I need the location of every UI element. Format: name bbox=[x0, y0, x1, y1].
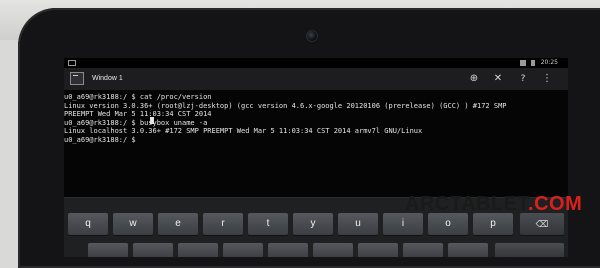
key-r[interactable]: r bbox=[203, 213, 243, 235]
window-title: Window 1 bbox=[92, 75, 123, 82]
key-o[interactable]: o bbox=[428, 213, 468, 235]
watermark-domain: .COM bbox=[528, 193, 583, 215]
terminal-line: u0_a69@rk3188:/ $ cat /proc/version bbox=[64, 93, 212, 101]
key-e[interactable]: e bbox=[158, 213, 198, 235]
close-icon[interactable]: ✕ bbox=[489, 71, 507, 87]
overflow-menu-icon[interactable]: ⋮ bbox=[538, 71, 556, 87]
help-button[interactable]: ? bbox=[514, 71, 532, 87]
key-i[interactable]: i bbox=[383, 213, 423, 235]
status-bar: 20:25 bbox=[64, 58, 568, 68]
key-u[interactable]: u bbox=[338, 213, 378, 235]
action-bar: Window 1 ⊕ ✕ ? ⋮ bbox=[64, 68, 568, 90]
signal-icon bbox=[520, 60, 526, 66]
key-q[interactable]: q bbox=[68, 213, 108, 235]
terminal-line: Linux version 3.0.36+ (root@lzj-desktop)… bbox=[64, 101, 507, 110]
plus-circle-icon[interactable]: ⊕ bbox=[465, 71, 483, 87]
keyboard-key[interactable] bbox=[88, 243, 128, 257]
keyboard-key[interactable] bbox=[358, 243, 398, 257]
key-p[interactable]: p bbox=[473, 213, 513, 235]
keyboard-key[interactable] bbox=[268, 243, 308, 257]
backspace-icon[interactable]: ⌫ bbox=[520, 213, 564, 235]
watermark: ARCTABLET.COM bbox=[405, 192, 582, 216]
keyboard-key[interactable] bbox=[448, 243, 488, 257]
keyboard-key[interactable] bbox=[403, 243, 443, 257]
key-w[interactable]: w bbox=[113, 213, 153, 235]
watermark-brand: ARCTABLET bbox=[405, 193, 529, 215]
terminal-prompt: u0_a69@rk3188:/ $ bbox=[64, 135, 136, 144]
front-camera bbox=[306, 30, 318, 42]
keyboard-key[interactable] bbox=[178, 243, 218, 257]
key-t[interactable]: t bbox=[248, 213, 288, 235]
enter-key[interactable] bbox=[495, 243, 564, 257]
text-cursor bbox=[150, 117, 154, 124]
notification-icon bbox=[68, 60, 76, 66]
terminal-app-icon[interactable] bbox=[70, 72, 84, 85]
keyboard-key[interactable] bbox=[133, 243, 173, 257]
status-time: 20:25 bbox=[540, 59, 558, 66]
key-y[interactable]: y bbox=[293, 213, 333, 235]
terminal-output[interactable]: u0_a69@rk3188:/ $ cat /proc/version Linu… bbox=[64, 93, 568, 144]
battery-icon bbox=[531, 60, 535, 66]
terminal-line: Linux localhost 3.0.36+ #172 SMP PREEMPT… bbox=[64, 127, 423, 135]
tablet-screen: 20:25 Window 1 ⊕ ✕ ? ⋮ u0_a69@rk3188:/ $… bbox=[64, 58, 568, 257]
terminal-line: u0_a69@rk3188:/ $ busybox uname -a bbox=[64, 118, 208, 127]
keyboard-key[interactable] bbox=[313, 243, 353, 257]
terminal-line: PREEMPT Wed Mar 5 11:03:34 CST 2014 bbox=[64, 110, 212, 118]
keyboard-key[interactable] bbox=[223, 243, 263, 257]
